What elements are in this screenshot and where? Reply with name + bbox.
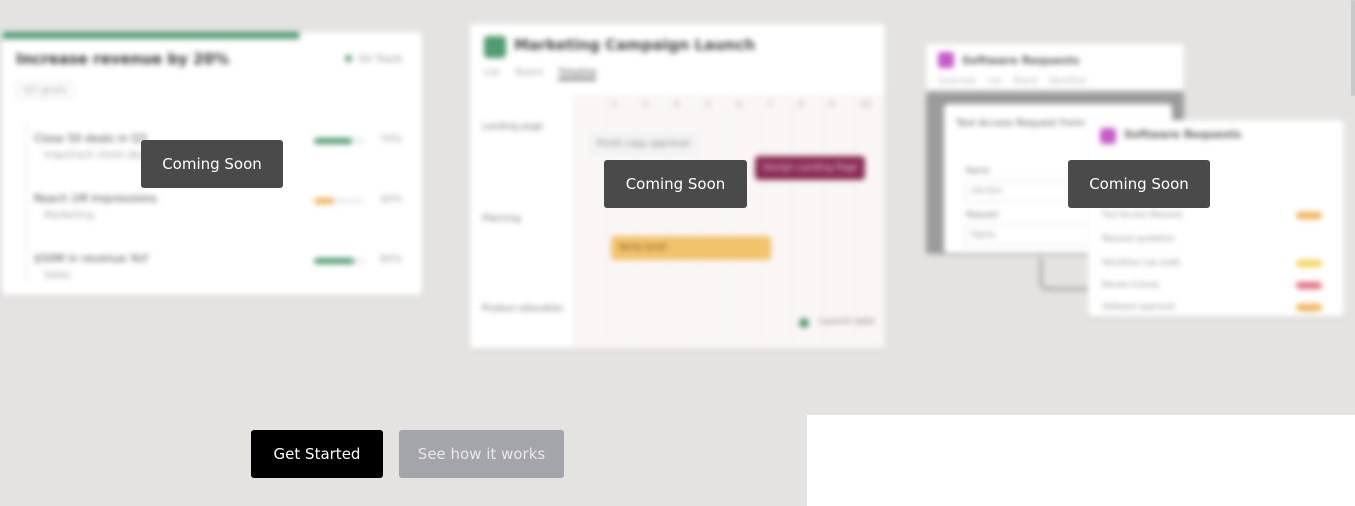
list-item: Workflow rule audit xyxy=(1102,258,1330,272)
goal-row-percent: 80% xyxy=(380,254,403,265)
coming-soon-badge: Coming Soon xyxy=(604,160,747,208)
status-tag xyxy=(1296,282,1322,289)
goal-progress-fill xyxy=(314,198,334,204)
goal-row-sub: Important client deals xyxy=(44,150,155,161)
milestone-label: Launch date xyxy=(819,317,875,327)
form-title: Tool Access Request Form xyxy=(956,118,1086,129)
grid-line xyxy=(792,94,793,348)
goal-progress-bar xyxy=(314,258,364,264)
coming-soon-badge: Coming Soon xyxy=(1068,160,1210,208)
list-item-label: Software approval xyxy=(1102,302,1175,311)
status-tag xyxy=(1296,212,1322,219)
grid-line xyxy=(730,94,731,348)
day-number: 9 xyxy=(829,100,835,110)
goal-progress-fill xyxy=(314,258,354,264)
task-bar: Finish copy approval xyxy=(589,132,698,156)
day-number: 6 xyxy=(736,100,742,110)
day-number: 8 xyxy=(798,100,804,110)
list-item: Request guideline xyxy=(1102,234,1330,248)
requests-header-card: Software Requests Overview List Board Wo… xyxy=(926,44,1184,90)
list-item-label: Request guideline xyxy=(1102,234,1174,243)
tab-board: Board xyxy=(515,68,543,78)
project-icon xyxy=(938,52,954,68)
tab-list: List xyxy=(987,76,1002,85)
list-item-label: Workflow rule audit xyxy=(1102,258,1180,267)
goal-row-sub: Sales xyxy=(44,270,71,281)
status-tag xyxy=(1296,304,1322,311)
white-panel xyxy=(807,415,1355,506)
lane-label: Planning xyxy=(482,214,521,224)
tab-workflow: Workflow xyxy=(1049,76,1086,85)
list-item-label: Tool Access Request xyxy=(1102,210,1183,219)
project-icon xyxy=(484,36,506,58)
list-item: Software approval xyxy=(1102,302,1330,316)
day-number: 10 xyxy=(860,100,872,110)
goal-row-name: $50M in revenue YoY xyxy=(34,252,149,265)
milestone-icon xyxy=(799,318,809,328)
timeline-grid: 2 3 4 5 6 7 8 9 10 Finish copy approval … xyxy=(574,94,885,348)
requests-list-card: Software Requests Tool Access Request Re… xyxy=(1088,120,1344,316)
status-tag xyxy=(1296,260,1322,267)
task-bar: Write brief xyxy=(611,236,771,260)
tree-line xyxy=(26,122,27,282)
progress-top-bar xyxy=(2,32,300,39)
goal-row-name: Reach 1M impressions xyxy=(34,192,157,205)
list-item-label: Renew license xyxy=(1102,280,1160,289)
goal-title: Increase revenue by 20% xyxy=(16,50,230,68)
see-how-it-works-button[interactable]: See how it works xyxy=(399,430,564,478)
lane-label: Product education xyxy=(482,304,564,314)
grid-line xyxy=(699,94,700,348)
get-started-button[interactable]: Get Started xyxy=(251,430,383,478)
goal-row-name: Close 50 deals in Q3 xyxy=(34,132,147,145)
day-number: 5 xyxy=(705,100,711,110)
goal-row-percent: 40% xyxy=(380,194,403,205)
day-number: 7 xyxy=(767,100,773,110)
tab-board: Board xyxy=(1013,76,1038,85)
goal-row: $50M in revenue YoY Sales 80% xyxy=(34,248,414,292)
connector-arrow xyxy=(1040,258,1092,290)
view-tabs: Overview List Board Workflow xyxy=(938,76,1086,85)
grid-line xyxy=(761,94,762,348)
goal-progress-bar xyxy=(314,138,364,144)
list-item: Renew license xyxy=(1102,280,1330,294)
coming-soon-badge: Coming Soon xyxy=(141,140,283,188)
project-title: Software Requests xyxy=(1124,128,1242,141)
day-number: 4 xyxy=(674,100,680,110)
form-field-label: Request xyxy=(966,210,999,219)
goal-progress-fill xyxy=(314,138,352,144)
status-badge: On Track xyxy=(345,54,402,65)
form-field-label: Name xyxy=(966,166,990,175)
tab-list: List xyxy=(484,68,500,78)
goal-row: Reach 1M impressions Marketing 40% xyxy=(34,188,414,232)
list-item: Tool Access Request xyxy=(1102,210,1330,224)
scrollbar[interactable] xyxy=(1351,0,1355,96)
day-number: 2 xyxy=(612,100,618,110)
goal-row-percent: 76% xyxy=(380,134,403,145)
project-title: Software Requests xyxy=(962,54,1080,67)
goal-chip: Q3 goals xyxy=(16,82,74,99)
view-tabs: List Board Timeline xyxy=(484,68,597,80)
day-number: 3 xyxy=(643,100,649,110)
project-title: Marketing Campaign Launch xyxy=(514,36,756,54)
tab-overview: Overview xyxy=(938,76,976,85)
tab-timeline: Timeline xyxy=(558,68,597,80)
goal-row-sub: Marketing xyxy=(44,210,94,221)
goal-progress-bar xyxy=(314,198,364,204)
task-bar: Design Landing Page xyxy=(755,156,866,180)
project-icon xyxy=(1100,128,1116,144)
lane-label: Landing page xyxy=(482,122,544,132)
